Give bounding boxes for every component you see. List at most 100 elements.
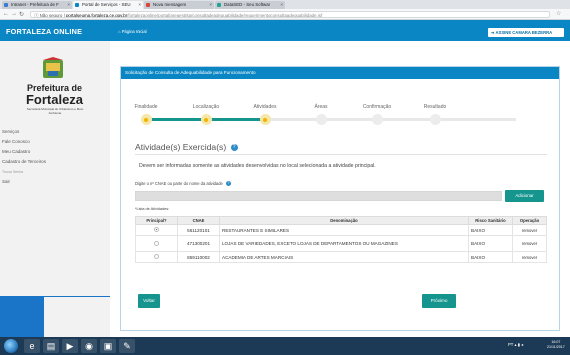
step-dot-localizacao[interactable]: [200, 114, 212, 125]
bookmark-star-icon[interactable]: ☆: [556, 10, 561, 17]
column-header-denominacao: Denominação: [219, 216, 469, 225]
portal-favicon-icon: [75, 3, 79, 7]
step-label-resultado: Resultado: [423, 104, 447, 110]
principal-cell: [135, 235, 178, 252]
step-dot-confirmacao: [371, 114, 383, 125]
risco-cell: BAIXO: [468, 224, 513, 236]
sidebar-item-servicos[interactable]: Serviços: [0, 127, 110, 137]
request-card: Solicitação de Consulta de Adequabilidad…: [120, 66, 560, 331]
sidebar: Prefeitura de Fortaleza Secretaria Munic…: [0, 41, 110, 337]
system-tray[interactable]: PT ▴ ▮ ◂: [508, 342, 523, 347]
step-label-finalidade: Finalidade: [134, 104, 158, 110]
forward-arrow-icon[interactable]: →: [11, 11, 17, 17]
browser-address-bar: ← → ↻ ⓘ Não seguro | portalseuma.fortale…: [0, 9, 570, 20]
card-title: Solicitação de Consulta de Adequabilidad…: [121, 67, 559, 79]
reload-icon[interactable]: ↻: [19, 11, 24, 18]
exit-button[interactable]: ➜ ASSINE CAMARA BEZERRA: [488, 28, 564, 37]
cnae-search-input[interactable]: [135, 191, 502, 201]
table-row: 471300201 LOJAS DE VARIEDADES, EXCETO LO…: [135, 235, 547, 252]
activities-section: Atividade(s) Exercida(s) ? Devem ser inf…: [130, 137, 550, 281]
tab-label: Nova mensagem: [153, 2, 187, 7]
column-header-principal: Principal?: [135, 216, 178, 225]
sidebar-item-trocar-senha[interactable]: Trocar Senha: [0, 167, 110, 177]
activities-description: Devem ser informadas somente as atividad…: [139, 163, 376, 169]
browser-tab-bar: Intranet - Prefeitura de F × Portal de S…: [0, 0, 570, 9]
media-icon[interactable]: ▶: [62, 339, 78, 353]
remove-link[interactable]: remover: [512, 251, 547, 263]
denominacao-cell: RESTAURANTES E SIMILARES: [219, 224, 469, 236]
denominacao-cell: LOJAS DE VARIEDADES, EXCETO LOJAS DE DEP…: [219, 235, 469, 252]
help-icon[interactable]: ?: [230, 144, 238, 152]
back-arrow-icon[interactable]: ←: [3, 11, 9, 17]
progress-stepper: Finalidade Localização Atividades Áreas …: [121, 104, 559, 130]
sidebar-item-sair[interactable]: Sair: [0, 177, 110, 187]
tab-label: DataSED - Seu Softwar: [224, 2, 271, 7]
sidebar-item-cadastro-terceiros[interactable]: Cadastro de Terceiros: [0, 157, 110, 167]
folder-icon[interactable]: ▤: [43, 339, 59, 353]
risco-cell: BAIXO: [468, 251, 513, 263]
cnae-cell: 561120101: [177, 224, 220, 236]
close-tab-icon[interactable]: ×: [67, 2, 70, 7]
activities-list-label: *Lista de Atividades:: [135, 207, 170, 211]
stepper-line-pending: [265, 118, 516, 121]
cnae-cell: 859110002: [177, 251, 220, 263]
cnae-cell: 471300201: [177, 235, 220, 252]
pdf-app-icon[interactable]: ▣: [100, 339, 116, 353]
section-divider: [135, 154, 547, 155]
browser-tab-intranet[interactable]: Intranet - Prefeitura de F ×: [2, 1, 72, 9]
help-icon[interactable]: ?: [225, 181, 231, 187]
activities-table: Principal? CNAE Denominação Risco Sanitá…: [135, 216, 547, 263]
step-dot-resultado: [429, 114, 441, 125]
home-link[interactable]: ⌂ Página Inicial: [118, 29, 147, 34]
close-tab-icon[interactable]: ×: [280, 2, 283, 7]
add-activity-button[interactable]: Adicionar: [505, 190, 544, 202]
start-button-icon[interactable]: [4, 339, 18, 353]
remove-link[interactable]: remover: [512, 224, 547, 236]
decorative-stripe: [0, 296, 44, 337]
principal-radio[interactable]: [154, 227, 159, 232]
close-tab-icon[interactable]: ×: [209, 2, 212, 7]
table-header-row: Principal? CNAE Denominação Risco Sanitá…: [135, 216, 547, 225]
column-header-operacao: Operação: [512, 216, 547, 225]
browser-tab-mail[interactable]: Nova mensagem ×: [144, 1, 214, 9]
tab-label: Portal de Serviços - SEU: [82, 2, 131, 7]
principal-cell: [135, 224, 178, 236]
remove-link[interactable]: remover: [512, 235, 547, 252]
decorative-line: [44, 296, 110, 297]
app-header: FORTALEZA ONLINE ⌂ Página Inicial ➜ ASSI…: [0, 20, 570, 41]
next-button[interactable]: Próximo: [422, 294, 456, 308]
table-row: 859110002 ACADEMIA DE ARTES MARCIAIS BAI…: [135, 251, 547, 263]
cnae-label-text: Digite o nº CNAE ou parte do nome da ati…: [135, 181, 223, 186]
back-button[interactable]: Voltar: [138, 294, 160, 308]
step-dot-finalidade[interactable]: [140, 114, 152, 125]
sidebar-item-fale-conosco[interactable]: Fale Conosco: [0, 137, 110, 147]
info-icon[interactable]: ⓘ: [34, 13, 38, 17]
browser-tab-datased[interactable]: DataSED - Seu Softwar ×: [215, 1, 285, 9]
ie-browser-icon[interactable]: e: [24, 339, 40, 353]
clock[interactable]: 16:07 21/11/2017: [547, 340, 565, 350]
step-label-atividades: Atividades: [253, 104, 277, 110]
brand-title[interactable]: FORTALEZA ONLINE: [6, 27, 82, 36]
cnae-label: Digite o nº CNAE ou parte do nome da ati…: [135, 181, 231, 187]
step-dot-atividades[interactable]: [259, 114, 271, 125]
security-label: Não seguro: [39, 13, 63, 18]
prefeitura-subtitle: Secretaria Municipal do Urbanismo e Meio…: [26, 107, 84, 115]
chrome-icon[interactable]: ◉: [81, 339, 97, 353]
clock-date: 21/11/2017: [547, 345, 565, 349]
close-tab-icon[interactable]: ×: [138, 2, 141, 7]
denominacao-cell: ACADEMIA DE ARTES MARCIAIS: [219, 251, 469, 263]
url-field[interactable]: ⓘ Não seguro | portalseuma.fortaleza.ce.…: [30, 11, 550, 18]
sidebar-menu: Serviços Fale Conosco Meu Cadastro Cadas…: [0, 127, 110, 187]
principal-radio[interactable]: [154, 254, 159, 259]
paint-app-icon[interactable]: ✎: [119, 339, 135, 353]
step-label-localizacao: Localização: [192, 104, 220, 110]
language-indicator: PT: [508, 342, 514, 347]
column-header-cnae: CNAE: [177, 216, 220, 225]
prefeitura-line2: Fortaleza: [25, 92, 84, 107]
url-path: /fortalezaonline/portal/areaestrita/cons…: [127, 13, 323, 18]
principal-radio[interactable]: [154, 240, 159, 246]
browser-tab-portal[interactable]: Portal de Serviços - SEU ×: [73, 1, 143, 9]
tab-label: Intranet - Prefeitura de F: [11, 2, 59, 7]
url-host: portalseuma.fortaleza.ce.gov.br: [65, 13, 128, 18]
sidebar-item-meu-cadastro[interactable]: Meu Cadastro: [0, 147, 110, 157]
